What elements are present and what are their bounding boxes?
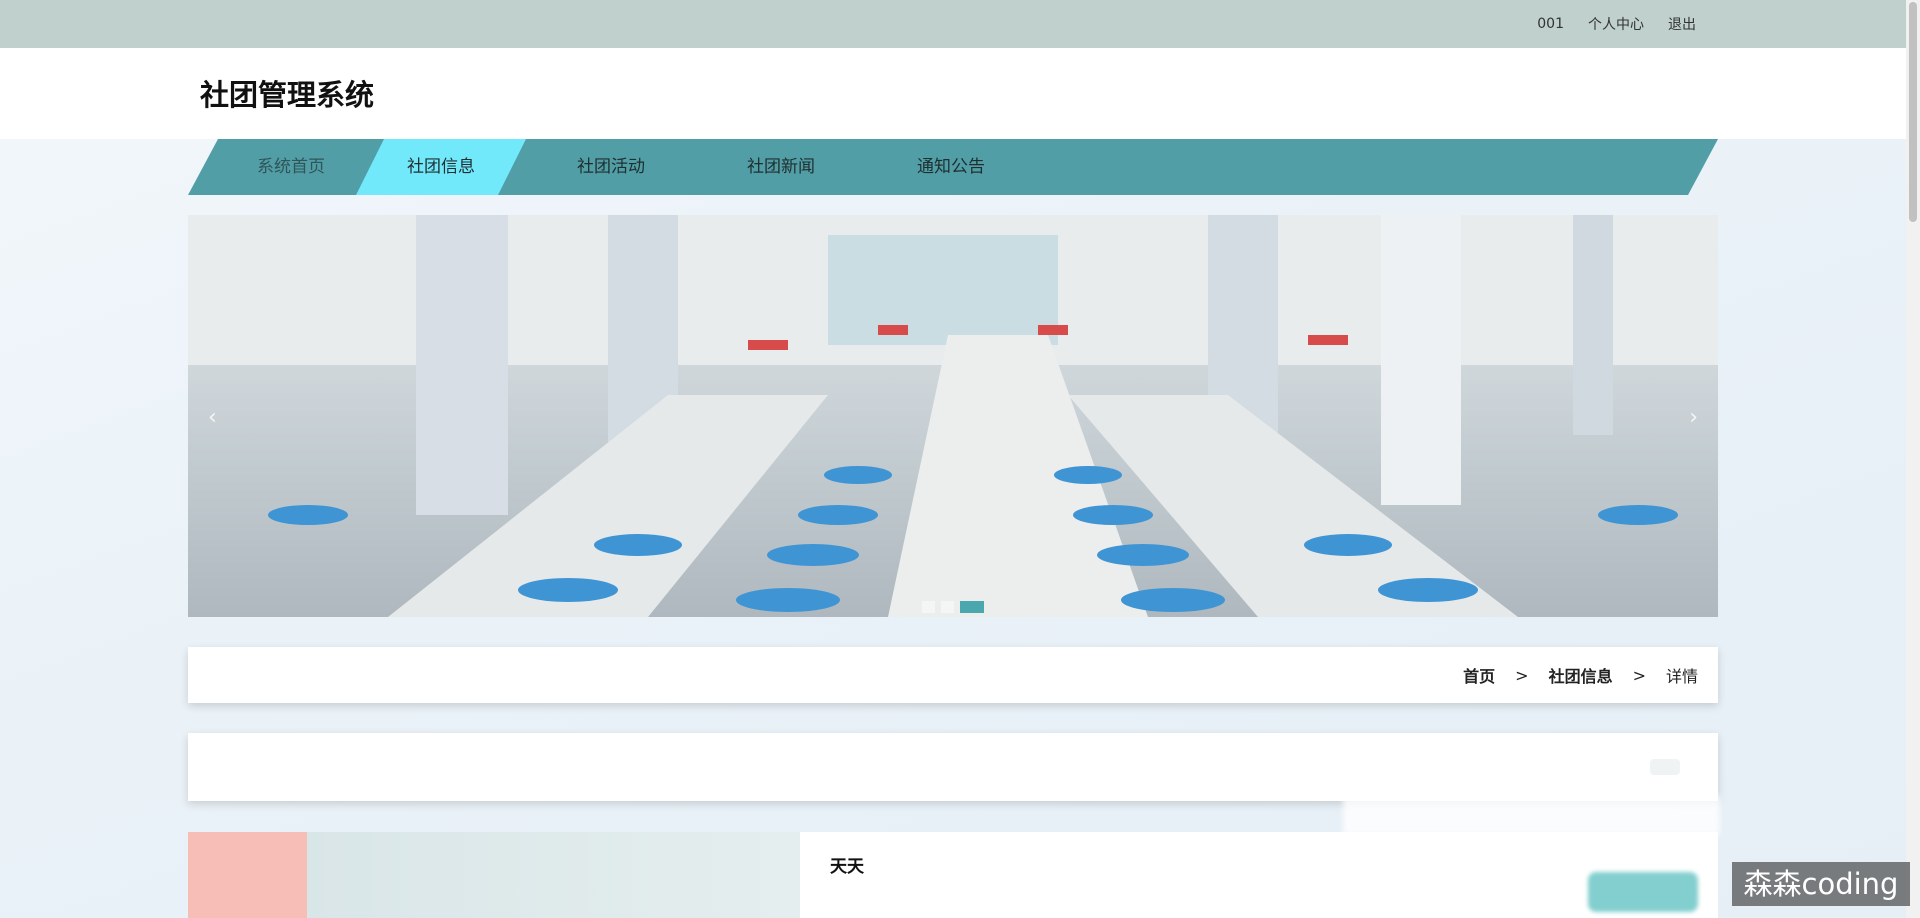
breadcrumb-separator: >	[1632, 665, 1646, 685]
breadcrumb-current: 详情	[1665, 667, 1698, 686]
nav-item-club-info[interactable]: 社团信息	[356, 139, 526, 195]
main-nav: 系统首页 社团信息 社团活动 社团新闻 通知公告	[188, 139, 1718, 195]
carousel-dot[interactable]	[941, 601, 954, 613]
detail-header-panel	[188, 733, 1718, 801]
carousel-dot[interactable]	[922, 601, 935, 613]
carousel-prev-button[interactable]: ‹	[208, 405, 217, 430]
collapsed-control[interactable]	[1650, 759, 1680, 775]
user-id: 001	[1537, 16, 1564, 32]
cafeteria-photo	[188, 215, 1718, 617]
carousel-next-button[interactable]: ›	[1689, 405, 1698, 430]
top-links: 001 个人中心 退出	[1537, 0, 1696, 48]
carousel-indicators	[922, 601, 984, 613]
nav-item-club-activities[interactable]: 社团活动	[526, 139, 696, 195]
logout-link[interactable]: 退出	[1668, 14, 1696, 34]
scrollbar[interactable]	[1906, 0, 1920, 918]
scrollbar-thumb[interactable]	[1909, 2, 1917, 222]
overlay-blur	[1343, 795, 1720, 835]
nav-item-notices[interactable]: 通知公告	[866, 139, 1036, 195]
club-name: 天天	[830, 857, 864, 877]
carousel-dot-active[interactable]	[960, 601, 984, 613]
watermark: 森森coding	[1732, 862, 1910, 906]
profile-link[interactable]: 个人中心	[1588, 14, 1644, 34]
breadcrumb-separator: >	[1515, 665, 1529, 685]
top-bar: 001 个人中心 退出	[0, 0, 1906, 48]
image-carousel[interactable]: ‹ ›	[188, 215, 1718, 617]
breadcrumb-section[interactable]: 社团信息	[1549, 663, 1613, 687]
breadcrumb-home[interactable]: 首页	[1463, 663, 1495, 687]
breadcrumb: 首页 > 社团信息 > 详情	[188, 647, 1718, 703]
site-title: 社团管理系统	[200, 78, 375, 112]
action-button[interactable]	[1588, 872, 1698, 912]
club-image	[188, 832, 800, 918]
site-header: 社团管理系统	[0, 48, 1906, 139]
club-detail-card: 天天	[188, 832, 1718, 918]
nav-item-home[interactable]: 系统首页	[206, 139, 376, 195]
nav-item-club-news[interactable]: 社团新闻	[696, 139, 866, 195]
